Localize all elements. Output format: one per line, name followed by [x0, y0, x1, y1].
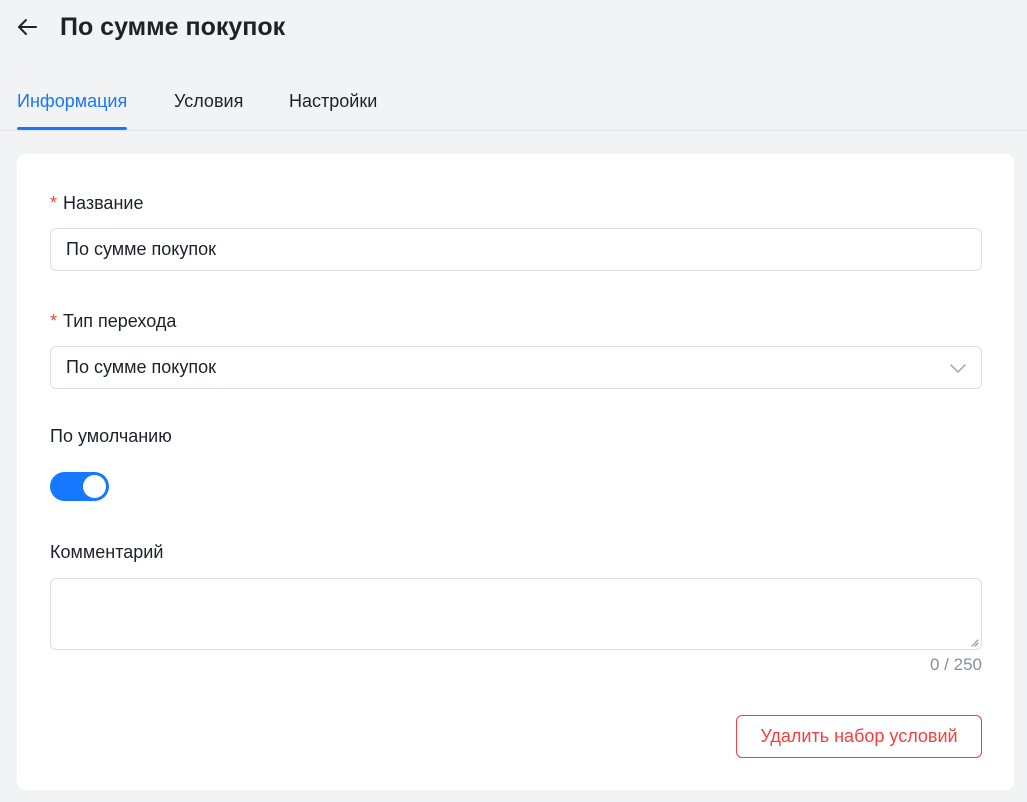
- transition-type-label-text: Тип перехода: [63, 311, 177, 331]
- tab-information[interactable]: Информация: [17, 78, 128, 130]
- tab-settings[interactable]: Настройки: [289, 78, 377, 130]
- form-card: * Название По сумме покупок * Тип перехода…: [17, 154, 1014, 790]
- required-marker: *: [50, 193, 58, 213]
- name-label-text: Название: [63, 193, 144, 213]
- transition-type-value: По сумме покупок: [66, 357, 216, 377]
- tab-conditions[interactable]: Условия: [174, 78, 243, 130]
- page-header: По сумме покупок: [0, 0, 1027, 56]
- default-toggle[interactable]: [50, 472, 109, 501]
- name-input[interactable]: По сумме покупок: [50, 228, 982, 271]
- chevron-down-icon: [950, 364, 966, 373]
- required-marker: *: [50, 311, 58, 331]
- comment-label: Комментарий: [50, 542, 164, 562]
- arrow-left-icon: [18, 19, 37, 35]
- page-title: По сумме покупок: [60, 13, 286, 41]
- resize-handle-icon[interactable]: [969, 637, 979, 647]
- name-label: * Название: [50, 191, 143, 215]
- transition-type-label: * Тип перехода: [50, 309, 176, 333]
- toggle-knob: [83, 475, 106, 498]
- delete-condition-set-button[interactable]: Удалить набор условий: [736, 715, 982, 758]
- comment-textarea[interactable]: [50, 578, 982, 650]
- back-button[interactable]: [14, 14, 40, 40]
- comment-counter: 0 / 250: [930, 655, 982, 674]
- tab-bar: Информация Условия Настройки: [0, 78, 1027, 131]
- transition-type-select[interactable]: По сумме покупок: [50, 346, 982, 389]
- default-label: По умолчанию: [50, 426, 172, 446]
